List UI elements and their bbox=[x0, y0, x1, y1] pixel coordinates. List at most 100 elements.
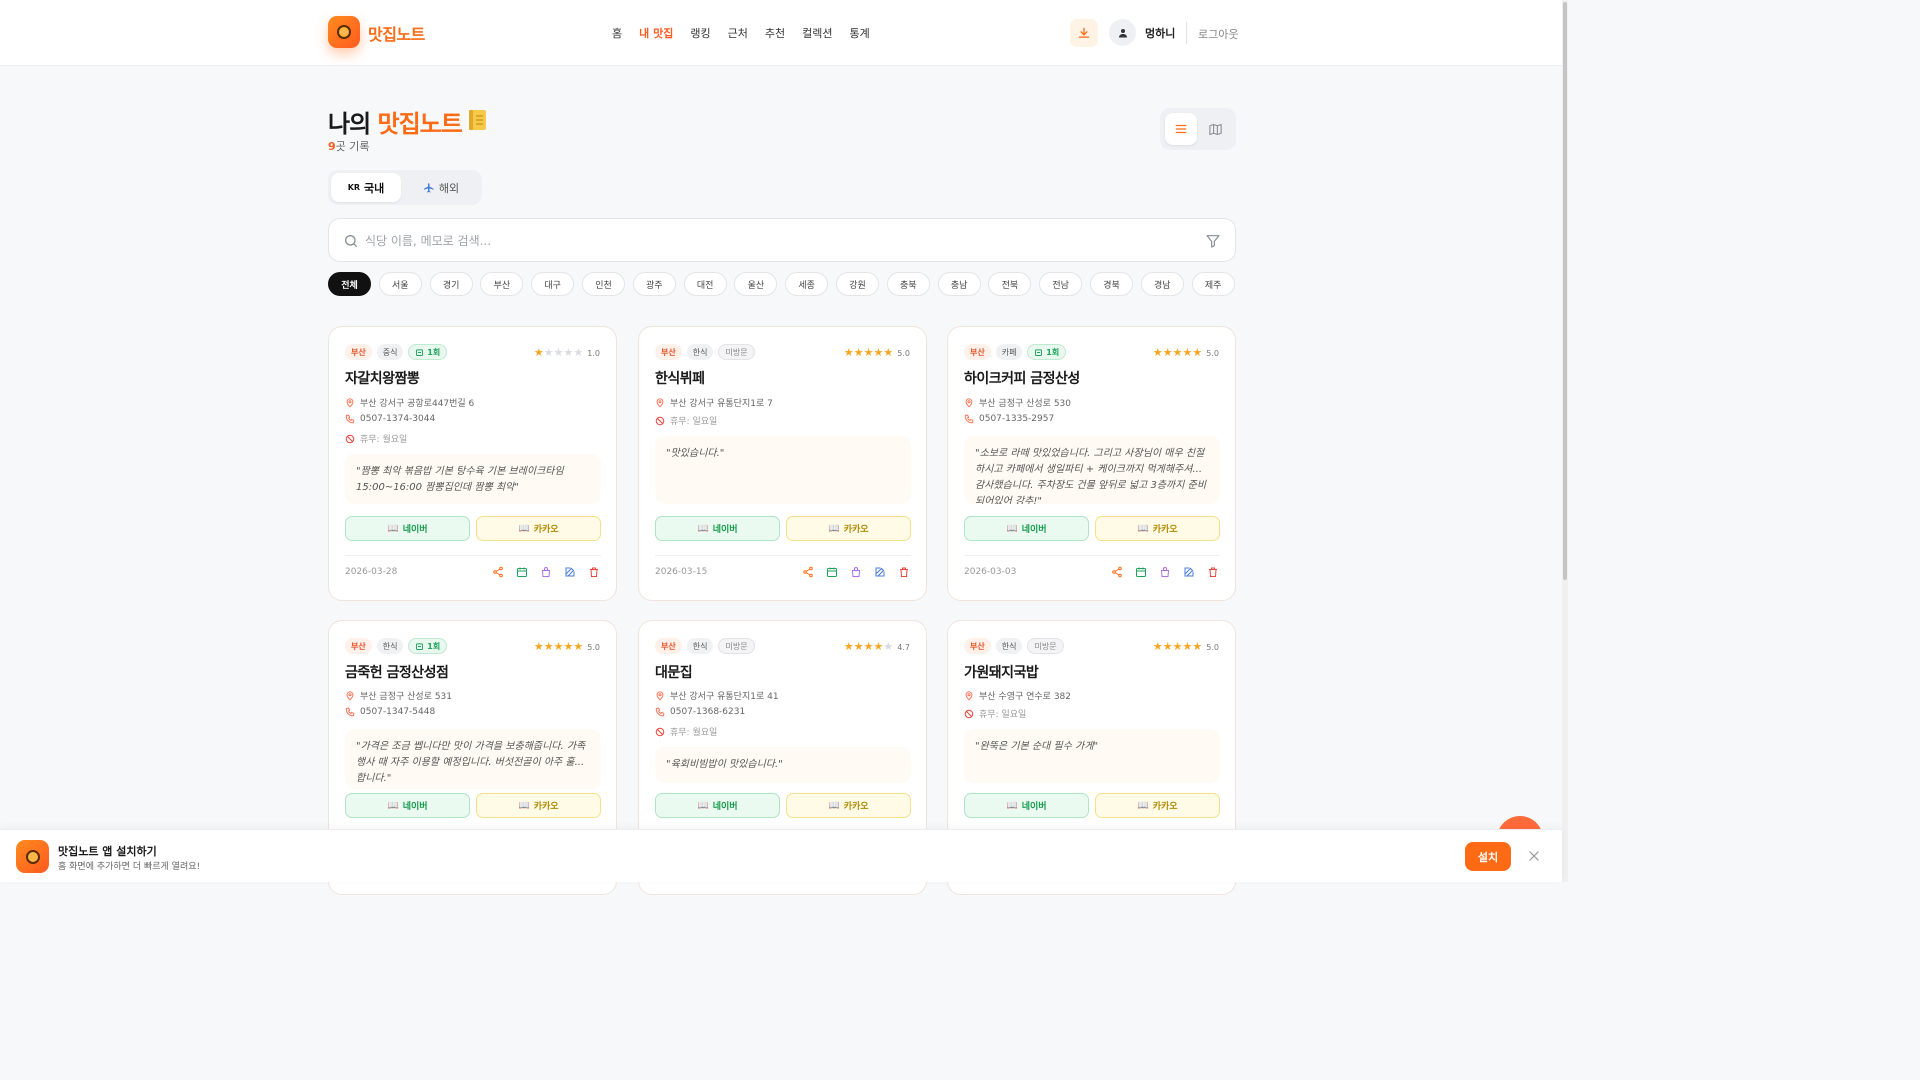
chip-region[interactable]: 부산 bbox=[480, 272, 524, 296]
address-row: 부산 금정구 산성로 530 bbox=[964, 396, 1071, 409]
star-icon: ★ bbox=[533, 346, 544, 359]
edit-icon[interactable] bbox=[873, 565, 886, 578]
kakao-map-button[interactable]: 📖 카카오 bbox=[476, 793, 601, 818]
naver-map-button[interactable]: 📖 네이버 bbox=[345, 793, 470, 818]
chip-all[interactable]: 전체 bbox=[328, 272, 371, 296]
chip-region[interactable]: 경북 bbox=[1090, 272, 1133, 296]
chip-region[interactable]: 세종 bbox=[785, 272, 829, 296]
notebook-icon bbox=[469, 110, 486, 130]
scrollbar[interactable] bbox=[1562, 0, 1568, 882]
naver-map-button[interactable]: 📖 네이버 bbox=[964, 516, 1089, 541]
restaurant-name[interactable]: 대문집 bbox=[655, 662, 693, 682]
search-input[interactable] bbox=[365, 231, 1185, 251]
nav-my-places[interactable]: 내 맛집 bbox=[639, 25, 673, 41]
chip-region[interactable]: 대구 bbox=[531, 272, 575, 296]
kakao-map-button[interactable]: 📖 카카오 bbox=[1095, 793, 1220, 818]
edit-icon[interactable] bbox=[563, 565, 576, 578]
naver-map-button[interactable]: 📖 네이버 bbox=[655, 793, 780, 818]
calendar-check-icon bbox=[416, 348, 424, 356]
bag-icon[interactable] bbox=[539, 565, 552, 578]
chip-region[interactable]: 경남 bbox=[1140, 272, 1184, 296]
nav-collection[interactable]: 컬렉션 bbox=[802, 25, 832, 41]
share-icon[interactable] bbox=[1110, 565, 1123, 578]
chip-region[interactable]: 광주 bbox=[632, 272, 676, 296]
list-view-button[interactable] bbox=[1165, 113, 1197, 145]
star-icon: ★ bbox=[1172, 346, 1183, 359]
avatar[interactable] bbox=[1109, 19, 1136, 46]
star-icon: ★ bbox=[873, 346, 884, 359]
chip-region[interactable]: 대전 bbox=[683, 272, 727, 296]
kakao-map-button[interactable]: 📖 카카오 bbox=[786, 793, 911, 818]
region-tag: 부산 bbox=[345, 638, 372, 654]
memo: "완뚝은 기본 순대 필수 가게" bbox=[964, 729, 1220, 783]
phone-text[interactable]: 0507-1335-2957 bbox=[979, 414, 1054, 424]
nav-stats[interactable]: 통계 bbox=[849, 25, 869, 41]
category-tag: 한식 bbox=[686, 638, 714, 654]
tab-domestic[interactable]: KR 국내 bbox=[331, 173, 401, 202]
trash-icon[interactable] bbox=[897, 565, 910, 578]
logo-icon[interactable] bbox=[328, 16, 360, 48]
restaurant-name[interactable]: 가원돼지국밥 bbox=[964, 662, 1039, 682]
user-icon bbox=[1118, 28, 1127, 37]
map-view-button[interactable] bbox=[1199, 113, 1231, 145]
nav-ranking[interactable]: 랭킹 bbox=[690, 25, 710, 41]
calendar-icon[interactable] bbox=[1134, 565, 1147, 578]
chip-region[interactable]: 전북 bbox=[988, 272, 1032, 296]
restaurant-name[interactable]: 자갈치왕짬뽕 bbox=[345, 368, 420, 388]
restaurant-name[interactable]: 한식뷔페 bbox=[655, 368, 705, 388]
user-name[interactable]: 멍하니 bbox=[1145, 25, 1175, 41]
closed-icon bbox=[964, 709, 974, 718]
edit-icon[interactable] bbox=[1182, 565, 1195, 578]
install-button[interactable]: 설치 bbox=[1465, 842, 1511, 871]
trash-icon[interactable] bbox=[1206, 565, 1219, 578]
tab-overseas[interactable]: 해외 bbox=[404, 173, 478, 202]
filter-icon[interactable] bbox=[1205, 233, 1221, 249]
naver-map-button[interactable]: 📖 네이버 bbox=[964, 793, 1089, 818]
restaurant-name[interactable]: 하이크커피 금정산성 bbox=[964, 368, 1080, 388]
chip-region[interactable]: 전남 bbox=[1039, 272, 1083, 296]
restaurant-card[interactable]: 부산 한식 미방문 ★★★★★ 5.0 한식뷔페 부산 강서구 유통단지1로 7 … bbox=[638, 326, 927, 601]
chip-region[interactable]: 강원 bbox=[836, 272, 879, 296]
close-icon[interactable] bbox=[1527, 849, 1541, 863]
naver-map-button[interactable]: 📖 네이버 bbox=[655, 516, 780, 541]
chip-region[interactable]: 인천 bbox=[582, 272, 625, 296]
map-pin-icon bbox=[656, 690, 664, 700]
nav-nearby[interactable]: 근처 bbox=[728, 25, 748, 41]
download-button[interactable] bbox=[1070, 19, 1098, 47]
kakao-map-button[interactable]: 📖 카카오 bbox=[1095, 516, 1220, 541]
chip-region[interactable]: 제주 bbox=[1191, 272, 1235, 296]
restaurant-name[interactable]: 금죽헌 금정산성점 bbox=[345, 662, 449, 682]
nav-home[interactable]: 홈 bbox=[612, 25, 622, 41]
chip-region[interactable]: 서울 bbox=[378, 272, 422, 296]
phone-text[interactable]: 0507-1368-6231 bbox=[670, 707, 745, 717]
share-icon[interactable] bbox=[801, 565, 814, 578]
calendar-icon[interactable] bbox=[515, 565, 528, 578]
calendar-icon[interactable] bbox=[825, 565, 838, 578]
trash-icon[interactable] bbox=[587, 565, 600, 578]
restaurant-card[interactable]: 부산 중식 1회 ★★★★★ 1.0 자갈치왕짬뽕 부산 강서구 공항로447번길… bbox=[328, 326, 617, 601]
calendar-check-icon bbox=[1035, 348, 1043, 356]
phone-text[interactable]: 0507-1347-5448 bbox=[360, 707, 435, 717]
chip-region[interactable]: 울산 bbox=[734, 272, 778, 296]
list-icon bbox=[1175, 124, 1187, 134]
restaurant-card[interactable]: 부산 카페 1회 ★★★★★ 5.0 하이크커피 금정산성 부산 금정구 산성로 … bbox=[947, 326, 1236, 601]
star-icon: ★ bbox=[553, 346, 564, 359]
scrollbar-thumb[interactable] bbox=[1563, 2, 1567, 580]
kakao-map-button[interactable]: 📖 카카오 bbox=[786, 516, 911, 541]
nav-recommend[interactable]: 추천 bbox=[765, 25, 785, 41]
phone-text[interactable]: 0507-1374-3044 bbox=[360, 414, 435, 424]
star-icon: ★ bbox=[843, 346, 854, 359]
stars: ★★★★★ bbox=[534, 641, 583, 653]
chip-region[interactable]: 경기 bbox=[429, 272, 473, 296]
bag-icon[interactable] bbox=[1158, 565, 1171, 578]
chip-region[interactable]: 충남 bbox=[937, 272, 981, 296]
kakao-map-button[interactable]: 📖 카카오 bbox=[476, 516, 601, 541]
bag-icon[interactable] bbox=[849, 565, 862, 578]
logout-link[interactable]: 로그아웃 bbox=[1198, 26, 1238, 42]
category-tag: 한식 bbox=[376, 638, 404, 654]
naver-map-button[interactable]: 📖 네이버 bbox=[345, 516, 470, 541]
chip-region[interactable]: 충북 bbox=[886, 272, 930, 296]
logo-text[interactable]: 맛집노트 bbox=[368, 21, 425, 45]
holiday-text: 휴무: 일요일 bbox=[979, 710, 1027, 720]
share-icon[interactable] bbox=[491, 565, 504, 578]
